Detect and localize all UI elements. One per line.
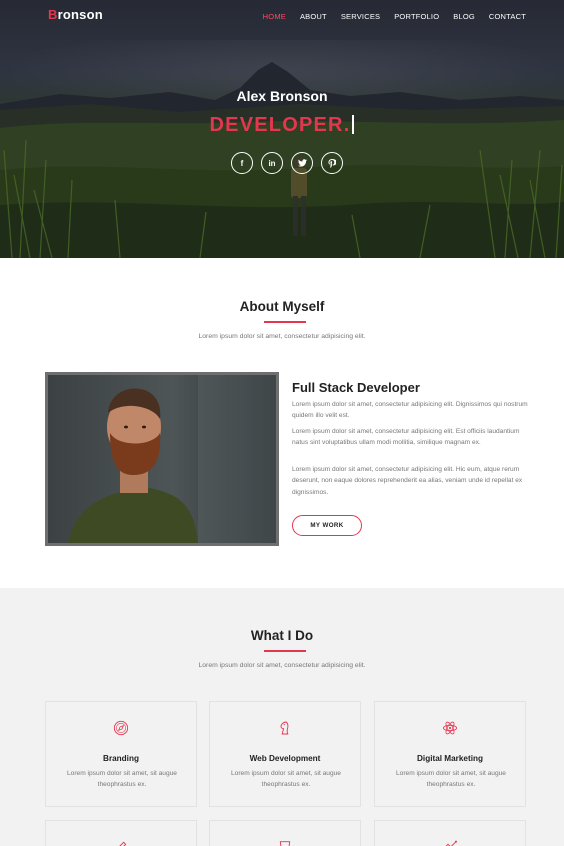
nav-item-contact[interactable]: CONTACT <box>489 12 526 21</box>
nav-item-services[interactable]: SERVICES <box>341 12 380 21</box>
compass-icon-wrap <box>46 720 196 736</box>
chart-icon-wrap <box>375 839 525 846</box>
pinterest-glyph <box>328 158 336 168</box>
service-card-desc: Lorem ipsum dolor sit amet, sit augue th… <box>67 770 177 789</box>
brand-logo-rest: ronson <box>57 7 103 22</box>
about-title-underline <box>264 321 306 323</box>
hero-role-text: DEVELOPER. <box>209 114 351 136</box>
about-heading: Full Stack Developer <box>292 380 420 395</box>
brand-logo-initial: B <box>48 7 58 22</box>
hero-banner: Bronson HOME ABOUT SERVICES PORTFOLIO BL… <box>0 0 564 258</box>
service-card-title: Web Development <box>249 754 321 763</box>
profile-photo-image <box>48 375 276 543</box>
twitter-icon[interactable] <box>291 152 313 174</box>
main-nav: HOME ABOUT SERVICES PORTFOLIO BLOG CONTA… <box>249 12 526 21</box>
service-card-branding[interactable]: Branding Lorem ipsum dolor sit amet, sit… <box>45 701 197 807</box>
compass-icon <box>113 720 129 736</box>
service-card-title: Branding <box>103 754 139 763</box>
service-card-digital-marketing[interactable]: Digital Marketing Lorem ipsum dolor sit … <box>374 701 526 807</box>
about-paragraph-2: Lorem ipsum dolor sit amet, consectetur … <box>292 428 520 447</box>
pinterest-icon[interactable] <box>321 152 343 174</box>
chart-icon <box>445 840 457 846</box>
services-section-title: What I Do <box>250 628 314 643</box>
brand-logo[interactable]: Bronson <box>48 7 103 22</box>
hero-name: Alex Bronson <box>236 88 328 104</box>
about-paragraph-3: Lorem ipsum dolor sit amet, consectetur … <box>292 466 523 496</box>
hero-role: DEVELOPER. <box>0 114 564 137</box>
pen-icon <box>119 841 127 846</box>
nav-item-about[interactable]: ABOUT <box>300 12 327 21</box>
service-card-row2-2[interactable] <box>209 820 361 846</box>
nav-item-home[interactable]: HOME <box>263 12 286 21</box>
cup-icon <box>279 841 291 846</box>
service-card-web-development[interactable]: Web Development Lorem ipsum dolor sit am… <box>209 701 361 807</box>
profile-photo <box>45 372 279 546</box>
pen-icon-wrap <box>46 839 196 846</box>
nav-item-blog[interactable]: BLOG <box>453 12 475 21</box>
cup-icon-wrap <box>210 839 360 846</box>
about-section-subtitle: Lorem ipsum dolor sit amet, consectetur … <box>198 333 366 340</box>
atom-icon <box>442 721 458 735</box>
nav-item-portfolio[interactable]: PORTFOLIO <box>394 12 439 21</box>
chess-knight-icon-wrap <box>210 720 360 736</box>
about-section-title: About Myself <box>239 299 325 314</box>
service-card-desc: Lorem ipsum dolor sit amet, sit augue th… <box>231 770 341 789</box>
facebook-icon[interactable]: f <box>231 152 253 174</box>
twitter-bird-glyph <box>297 159 307 167</box>
services-title-underline <box>264 650 306 652</box>
social-links: f in <box>231 152 343 174</box>
chess-knight-icon <box>280 721 289 735</box>
typing-cursor <box>352 115 355 134</box>
service-card-row2-1[interactable] <box>45 820 197 846</box>
service-card-desc: Lorem ipsum dolor sit amet, sit augue th… <box>396 770 506 789</box>
service-card-title: Digital Marketing <box>417 754 483 763</box>
service-card-row2-3[interactable] <box>374 820 526 846</box>
linkedin-icon[interactable]: in <box>261 152 283 174</box>
atom-icon-wrap <box>375 720 525 736</box>
my-work-button[interactable]: MY WORK <box>292 515 362 536</box>
services-section-subtitle: Lorem ipsum dolor sit amet, consectetur … <box>198 662 366 669</box>
about-paragraph-1: Lorem ipsum dolor sit amet, consectetur … <box>292 401 528 420</box>
